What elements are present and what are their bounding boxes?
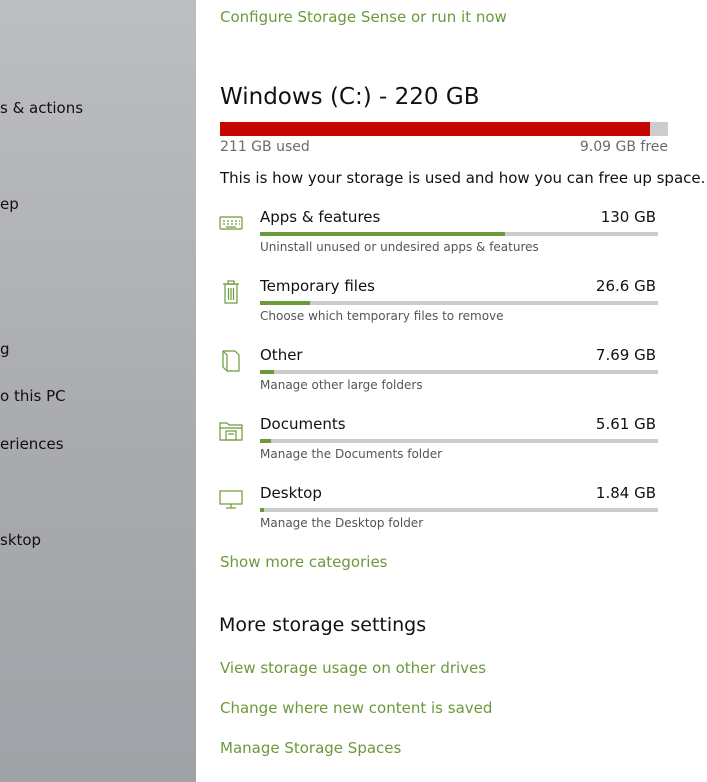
category-usage-bar-fill xyxy=(260,370,275,374)
category-description: Manage the Documents folder xyxy=(260,447,443,461)
change-new-content-location-link[interactable]: Change where new content is saved xyxy=(220,699,492,717)
category-documents[interactable]: Documents 5.61 GB Manage the Documents f… xyxy=(218,415,658,473)
category-usage-bar-fill xyxy=(260,508,264,512)
category-usage-bar xyxy=(260,232,658,236)
category-apps-features[interactable]: Apps & features 130 GB Uninstall unused … xyxy=(218,208,658,266)
category-size: 5.61 GB xyxy=(595,415,656,433)
storage-main-panel: Configure Storage Sense or run it now Wi… xyxy=(196,0,707,782)
category-description: Uninstall unused or undesired apps & fea… xyxy=(260,240,539,254)
settings-sidebar: s & actions ep g o this PC eriences skto… xyxy=(0,0,196,782)
category-usage-bar xyxy=(260,439,658,443)
category-usage-bar-fill xyxy=(260,301,311,305)
category-usage-bar xyxy=(260,301,658,305)
sidebar-item-tablet-mode[interactable]: g xyxy=(0,340,10,358)
category-other[interactable]: Other 7.69 GB Manage other large folders xyxy=(218,346,658,404)
category-description: Choose which temporary files to remove xyxy=(260,309,504,323)
category-description: Manage the Desktop folder xyxy=(260,516,424,530)
configure-storage-sense-link[interactable]: Configure Storage Sense or run it now xyxy=(220,8,507,26)
monitor-icon xyxy=(218,486,244,512)
sidebar-item-sleep[interactable]: ep xyxy=(0,195,19,213)
drive-usage-bar-fill xyxy=(220,122,650,136)
sidebar-item-shared-experiences[interactable]: eriences xyxy=(0,435,64,453)
category-name: Apps & features xyxy=(260,208,381,226)
drive-title: Windows (C:) - 220 GB xyxy=(220,84,480,110)
category-usage-bar-fill xyxy=(260,232,506,236)
sidebar-item-notifications-actions[interactable]: s & actions xyxy=(0,99,83,117)
more-storage-settings-title: More storage settings xyxy=(219,614,427,636)
sidebar-item-remote-desktop[interactable]: sktop xyxy=(0,531,41,549)
show-more-categories-link[interactable]: Show more categories xyxy=(220,553,388,571)
category-description: Manage other large folders xyxy=(260,378,423,392)
file-icon xyxy=(218,348,244,374)
category-name: Other xyxy=(260,346,303,364)
category-usage-bar-fill xyxy=(260,439,271,443)
category-size: 26.6 GB xyxy=(595,277,656,295)
category-usage-bar xyxy=(260,370,658,374)
drive-used-label: 211 GB used xyxy=(220,139,310,155)
category-size: 7.69 GB xyxy=(595,346,656,364)
drive-free-label: 9.09 GB free xyxy=(579,139,668,155)
category-usage-bar xyxy=(260,508,658,512)
category-desktop[interactable]: Desktop 1.84 GB Manage the Desktop folde… xyxy=(218,484,658,542)
sidebar-item-projecting-to-this-pc[interactable]: o this PC xyxy=(0,387,66,405)
drive-usage-bar xyxy=(220,122,668,136)
category-size: 130 GB xyxy=(600,208,656,226)
view-storage-other-drives-link[interactable]: View storage usage on other drives xyxy=(220,659,486,677)
trash-icon xyxy=(218,279,244,305)
keyboard-icon xyxy=(218,210,244,236)
storage-intro-text: This is how your storage is used and how… xyxy=(220,169,706,187)
category-name: Desktop xyxy=(260,484,322,502)
category-temporary-files[interactable]: Temporary files 26.6 GB Choose which tem… xyxy=(218,277,658,335)
category-size: 1.84 GB xyxy=(595,484,656,502)
category-name: Documents xyxy=(260,415,346,433)
documents-folder-icon xyxy=(218,417,244,443)
category-name: Temporary files xyxy=(260,277,375,295)
manage-storage-spaces-link[interactable]: Manage Storage Spaces xyxy=(220,739,401,757)
